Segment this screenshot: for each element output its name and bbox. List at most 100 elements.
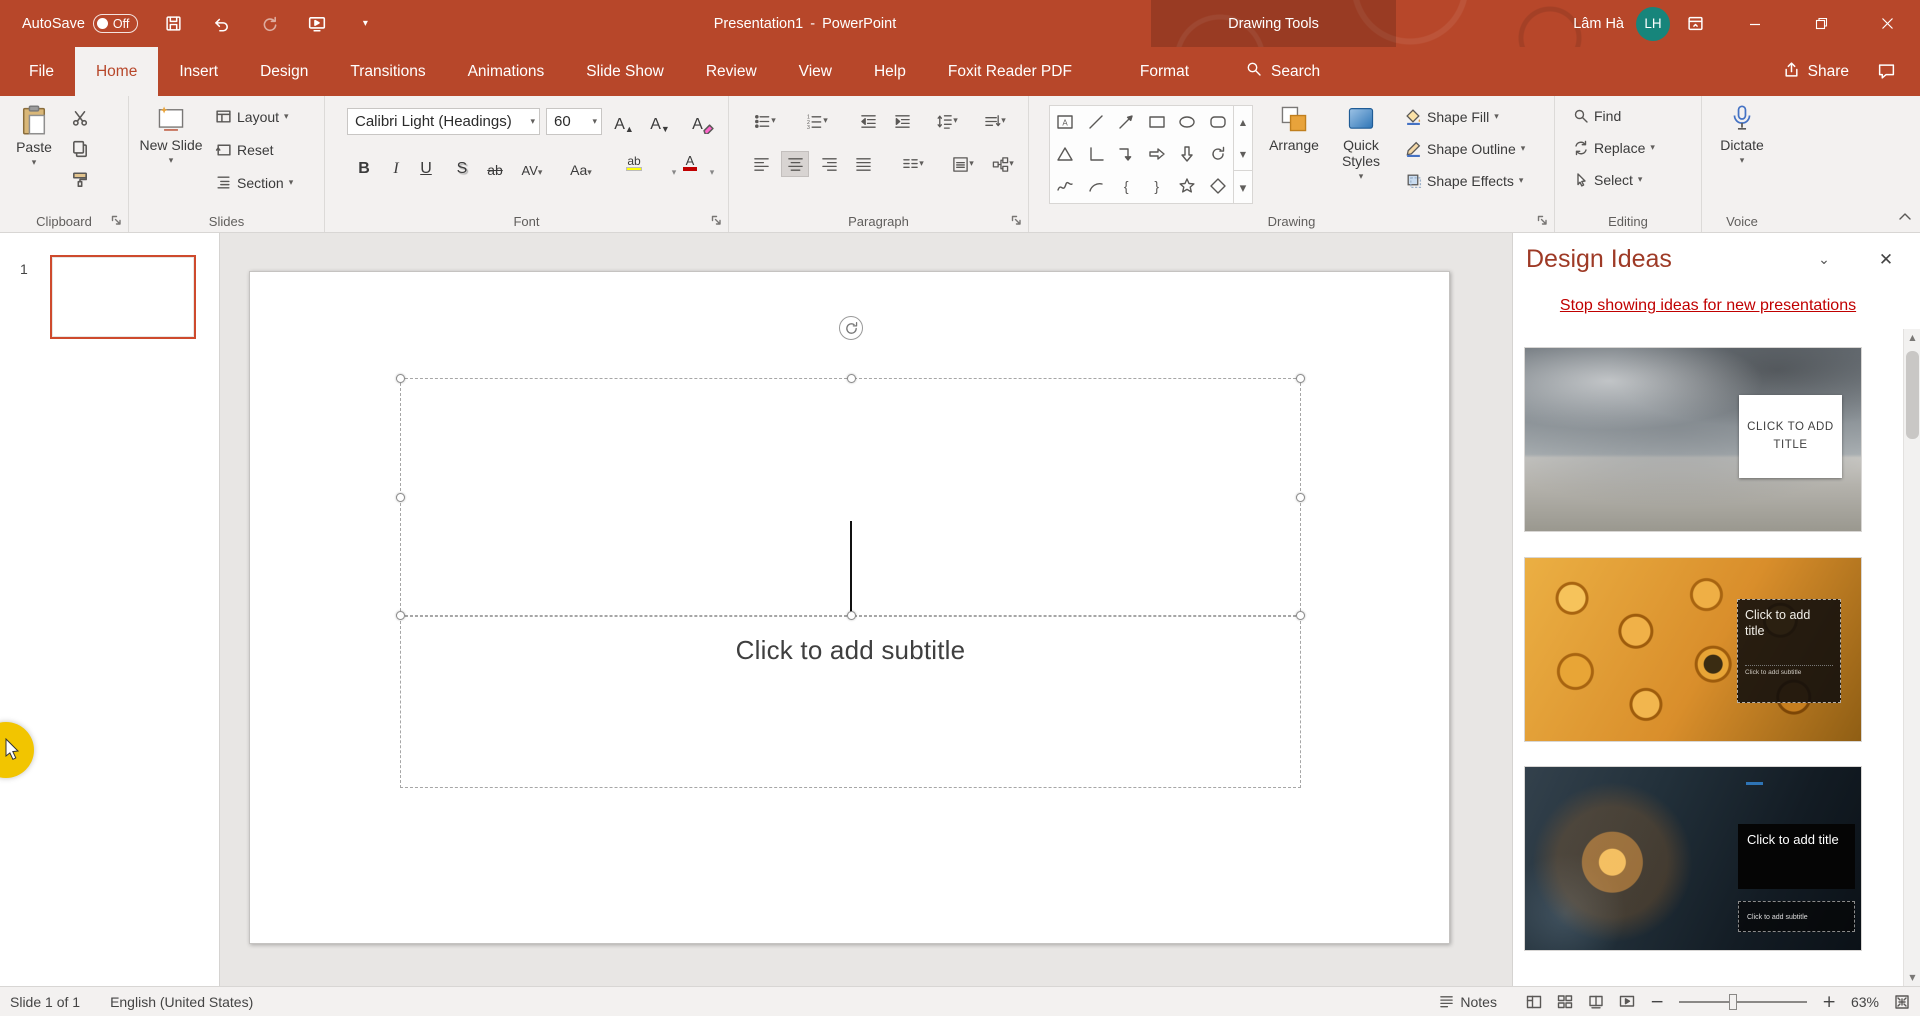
avatar[interactable]: LH: [1636, 7, 1670, 41]
shape-right-brace-icon[interactable]: }: [1142, 170, 1173, 202]
shapes-scroll-down-icon[interactable]: ▼: [1234, 138, 1252, 170]
copy-button[interactable]: [66, 136, 94, 162]
tab-view[interactable]: View: [778, 47, 853, 96]
slide-sorter-view-icon[interactable]: [1557, 994, 1573, 1010]
share-button[interactable]: Share: [1761, 47, 1871, 96]
save-icon[interactable]: [160, 11, 186, 37]
paste-button[interactable]: Paste ▾: [8, 104, 60, 168]
bullets-button[interactable]: ▾: [747, 108, 783, 134]
cut-button[interactable]: [66, 105, 94, 131]
font-name-combobox[interactable]: Calibri Light (Headings)▾: [347, 108, 540, 135]
text-shadow-button[interactable]: S: [449, 152, 475, 180]
minimize-button[interactable]: [1722, 0, 1788, 47]
tab-design[interactable]: Design: [239, 47, 329, 96]
layout-button[interactable]: Layout▾: [215, 108, 289, 125]
select-button[interactable]: Select▾: [1573, 172, 1642, 188]
line-spacing-button[interactable]: ▾: [929, 108, 965, 134]
panel-close-icon[interactable]: ✕: [1871, 247, 1901, 273]
tab-home[interactable]: Home: [75, 47, 158, 96]
shapes-more-icon[interactable]: —▼: [1234, 170, 1252, 203]
design-idea-thumbnail-2[interactable]: Click to add title Click to add subtitle: [1524, 557, 1862, 742]
fit-to-window-icon[interactable]: [1894, 994, 1910, 1010]
resize-handle-bottom-left[interactable]: [396, 611, 405, 620]
section-button[interactable]: Section▾: [215, 174, 293, 191]
rotation-handle-icon[interactable]: [839, 316, 863, 340]
text-direction-button[interactable]: ▾: [977, 108, 1013, 134]
tab-animations[interactable]: Animations: [447, 47, 566, 96]
columns-button[interactable]: ▾: [895, 151, 931, 177]
character-spacing-button[interactable]: AV▾: [519, 152, 545, 180]
shape-star-icon[interactable]: [1172, 170, 1203, 202]
shape-circular-arrow-icon[interactable]: [1203, 138, 1234, 170]
design-idea-thumbnail-1[interactable]: CLICK TO ADD TITLE: [1524, 347, 1862, 532]
slide-canvas[interactable]: Click to add subtitle: [249, 271, 1450, 944]
drawing-dialog-launcher[interactable]: [1536, 213, 1550, 227]
format-painter-button[interactable]: [66, 167, 94, 193]
tab-file[interactable]: File: [8, 47, 75, 96]
tab-slide-show[interactable]: Slide Show: [565, 47, 685, 96]
design-panel-scrollbar[interactable]: ▲ ▼: [1903, 329, 1920, 986]
align-text-button[interactable]: ▾: [945, 151, 981, 177]
zoom-slider-thumb[interactable]: [1729, 994, 1737, 1010]
close-button[interactable]: [1854, 0, 1920, 47]
convert-to-smartart-button[interactable]: ▾: [985, 151, 1021, 177]
search-input[interactable]: Search: [1226, 47, 1340, 96]
tab-format-contextual[interactable]: Format: [1119, 47, 1210, 96]
slide-show-view-icon[interactable]: [1619, 994, 1635, 1010]
new-slide-button[interactable]: New Slide ▾: [139, 104, 203, 166]
shape-right-arrow-icon[interactable]: [1142, 138, 1173, 170]
resize-handle-bottom-right[interactable]: [1296, 611, 1305, 620]
font-dialog-launcher[interactable]: [710, 213, 724, 227]
autosave-toggle[interactable]: AutoSave Off: [22, 14, 138, 33]
notes-button[interactable]: Notes: [1439, 994, 1497, 1010]
shape-textbox-icon[interactable]: A: [1050, 106, 1081, 138]
decrease-indent-button[interactable]: [854, 108, 882, 134]
highlight-color-button[interactable]: ab: [621, 150, 647, 178]
replace-button[interactable]: Replace▾: [1573, 140, 1655, 156]
panel-collapse-icon[interactable]: ⌄: [1809, 247, 1839, 273]
scroll-down-icon[interactable]: ▼: [1904, 969, 1920, 986]
numbering-button[interactable]: 123▾: [799, 108, 835, 134]
arrange-button[interactable]: Arrange: [1263, 104, 1325, 153]
zoom-in-button[interactable]: +: [1822, 992, 1836, 1012]
justify-button[interactable]: [849, 151, 877, 177]
shape-arc-icon[interactable]: [1081, 170, 1112, 202]
start-from-beginning-icon[interactable]: [304, 11, 330, 37]
tab-review[interactable]: Review: [685, 47, 778, 96]
slide-count-indicator[interactable]: Slide 1 of 1: [10, 994, 80, 1010]
redo-icon[interactable]: [256, 11, 282, 37]
language-indicator[interactable]: English (United States): [110, 994, 253, 1010]
comments-button[interactable]: [1871, 47, 1920, 96]
scrollbar-thumb[interactable]: [1906, 351, 1919, 439]
tab-insert[interactable]: Insert: [158, 47, 239, 96]
ribbon-display-options-icon[interactable]: [1682, 11, 1708, 37]
find-button[interactable]: Find: [1573, 108, 1621, 124]
align-right-button[interactable]: [815, 151, 843, 177]
shape-right-angle-icon[interactable]: [1081, 138, 1112, 170]
increase-indent-button[interactable]: [888, 108, 916, 134]
dictate-button[interactable]: Dictate ▾: [1711, 104, 1773, 166]
shape-effects-button[interactable]: Shape Effects▾: [1405, 172, 1523, 189]
autosave-pill[interactable]: Off: [93, 14, 138, 33]
tab-transitions[interactable]: Transitions: [329, 47, 446, 96]
reset-button[interactable]: Reset: [215, 141, 274, 158]
scroll-up-icon[interactable]: ▲: [1904, 329, 1920, 346]
font-color-dropdown-icon[interactable]: ▾: [699, 152, 725, 180]
resize-handle-bottom-center[interactable]: [847, 611, 856, 620]
bold-button[interactable]: B: [351, 152, 377, 180]
shape-oval-icon[interactable]: [1172, 106, 1203, 138]
decrease-font-size-button[interactable]: A▼: [647, 108, 673, 136]
underline-button[interactable]: U: [413, 152, 439, 180]
shape-outline-button[interactable]: Shape Outline▾: [1405, 140, 1525, 157]
clipboard-dialog-launcher[interactable]: [110, 213, 124, 227]
zoom-slider[interactable]: [1679, 1001, 1807, 1003]
design-idea-thumbnail-3[interactable]: Click to add title Click to add subtitle: [1524, 766, 1862, 951]
resize-handle-top-right[interactable]: [1296, 374, 1305, 383]
font-size-combobox[interactable]: 60▾: [546, 108, 602, 135]
shape-diamond-icon[interactable]: [1203, 170, 1234, 202]
shapes-scroll-up-icon[interactable]: ▲: [1234, 106, 1252, 138]
align-center-button[interactable]: [781, 151, 809, 177]
shape-elbow-connector-icon[interactable]: [1111, 138, 1142, 170]
undo-icon[interactable]: [208, 11, 234, 37]
strikethrough-button[interactable]: ab: [482, 152, 508, 180]
